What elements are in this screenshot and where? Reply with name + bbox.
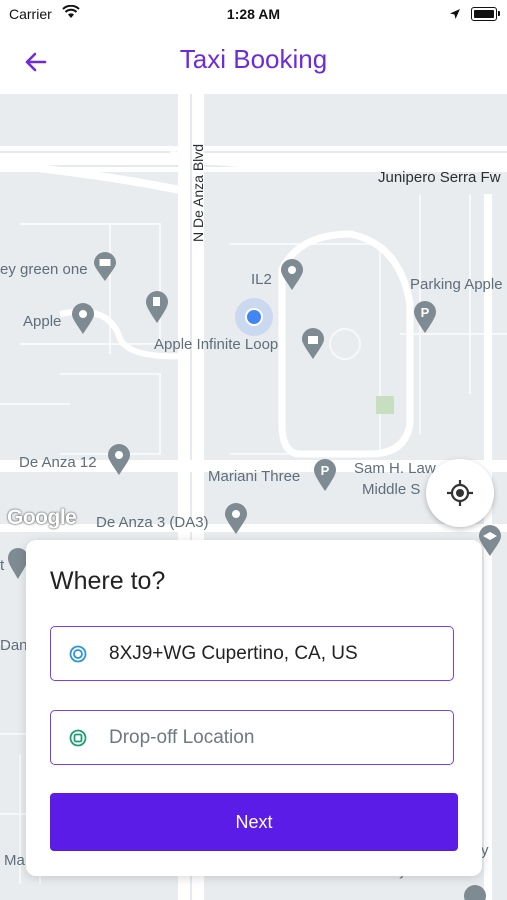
current-location-dot — [235, 298, 273, 336]
map-pin-icon[interactable] — [107, 444, 131, 476]
pickup-target-icon — [69, 645, 87, 663]
clock: 1:28 AM — [226, 6, 281, 22]
museum-pin-icon[interactable] — [93, 252, 117, 282]
place-label: Sam H. Law — [354, 460, 436, 477]
place-label: t — [0, 557, 5, 574]
pickup-value: 8XJ9+WG Cupertino, CA, US — [109, 643, 358, 664]
place-label: Middle S — [362, 481, 421, 498]
place-label: IL2 — [251, 271, 272, 288]
map-pin-icon[interactable] — [224, 503, 248, 535]
place-label: y — [481, 842, 489, 859]
street-label: N De Anza Blvd — [190, 143, 206, 242]
place-label: Mariani Three — [208, 468, 301, 485]
place-label: Dan — [0, 637, 28, 654]
place-label: Apple — [23, 313, 62, 330]
parking-pin-icon[interactable]: P — [413, 300, 437, 334]
map-pin-icon[interactable] — [280, 259, 304, 291]
svg-text:P: P — [421, 305, 430, 320]
status-bar: Carrier 1:28 AM — [0, 0, 507, 30]
booking-card: Where to? 8XJ9+WG Cupertino, CA, US Drop… — [26, 540, 482, 876]
svg-text:P: P — [321, 463, 330, 478]
google-attribution: Google — [7, 506, 77, 529]
next-button[interactable]: Next — [50, 793, 458, 851]
page-title: Taxi Booking — [179, 44, 328, 74]
place-label: De Anza 12 — [19, 454, 97, 471]
crosshair-icon — [447, 480, 473, 506]
app-header: Taxi Booking — [0, 30, 507, 94]
shopping-pin-icon[interactable] — [301, 328, 325, 360]
gas-station-pin-icon[interactable] — [145, 290, 169, 324]
map-pin-icon[interactable] — [463, 884, 487, 900]
place-label: De Anza 3 (DA3) — [96, 514, 209, 531]
battery-icon — [471, 7, 500, 21]
location-arrow-icon — [449, 7, 461, 25]
map-pin-icon[interactable] — [8, 548, 28, 580]
dropoff-field[interactable]: Drop-off Location — [50, 710, 454, 765]
pickup-field[interactable]: 8XJ9+WG Cupertino, CA, US — [50, 626, 454, 681]
map-pin-icon[interactable] — [71, 303, 95, 335]
dropoff-placeholder: Drop-off Location — [109, 727, 255, 748]
my-location-button[interactable] — [426, 459, 494, 527]
parking-pin-icon[interactable]: P — [313, 458, 337, 492]
place-label: Parking Apple — [410, 276, 503, 293]
place-label: Ma — [4, 852, 25, 869]
place-label: Apple Infinite Loop — [154, 336, 279, 353]
freeway-label: Junipero Serra Fw — [378, 169, 501, 186]
place-label: ey green one — [0, 261, 88, 278]
dropoff-target-icon — [69, 729, 87, 747]
card-heading: Where to? — [50, 567, 166, 595]
